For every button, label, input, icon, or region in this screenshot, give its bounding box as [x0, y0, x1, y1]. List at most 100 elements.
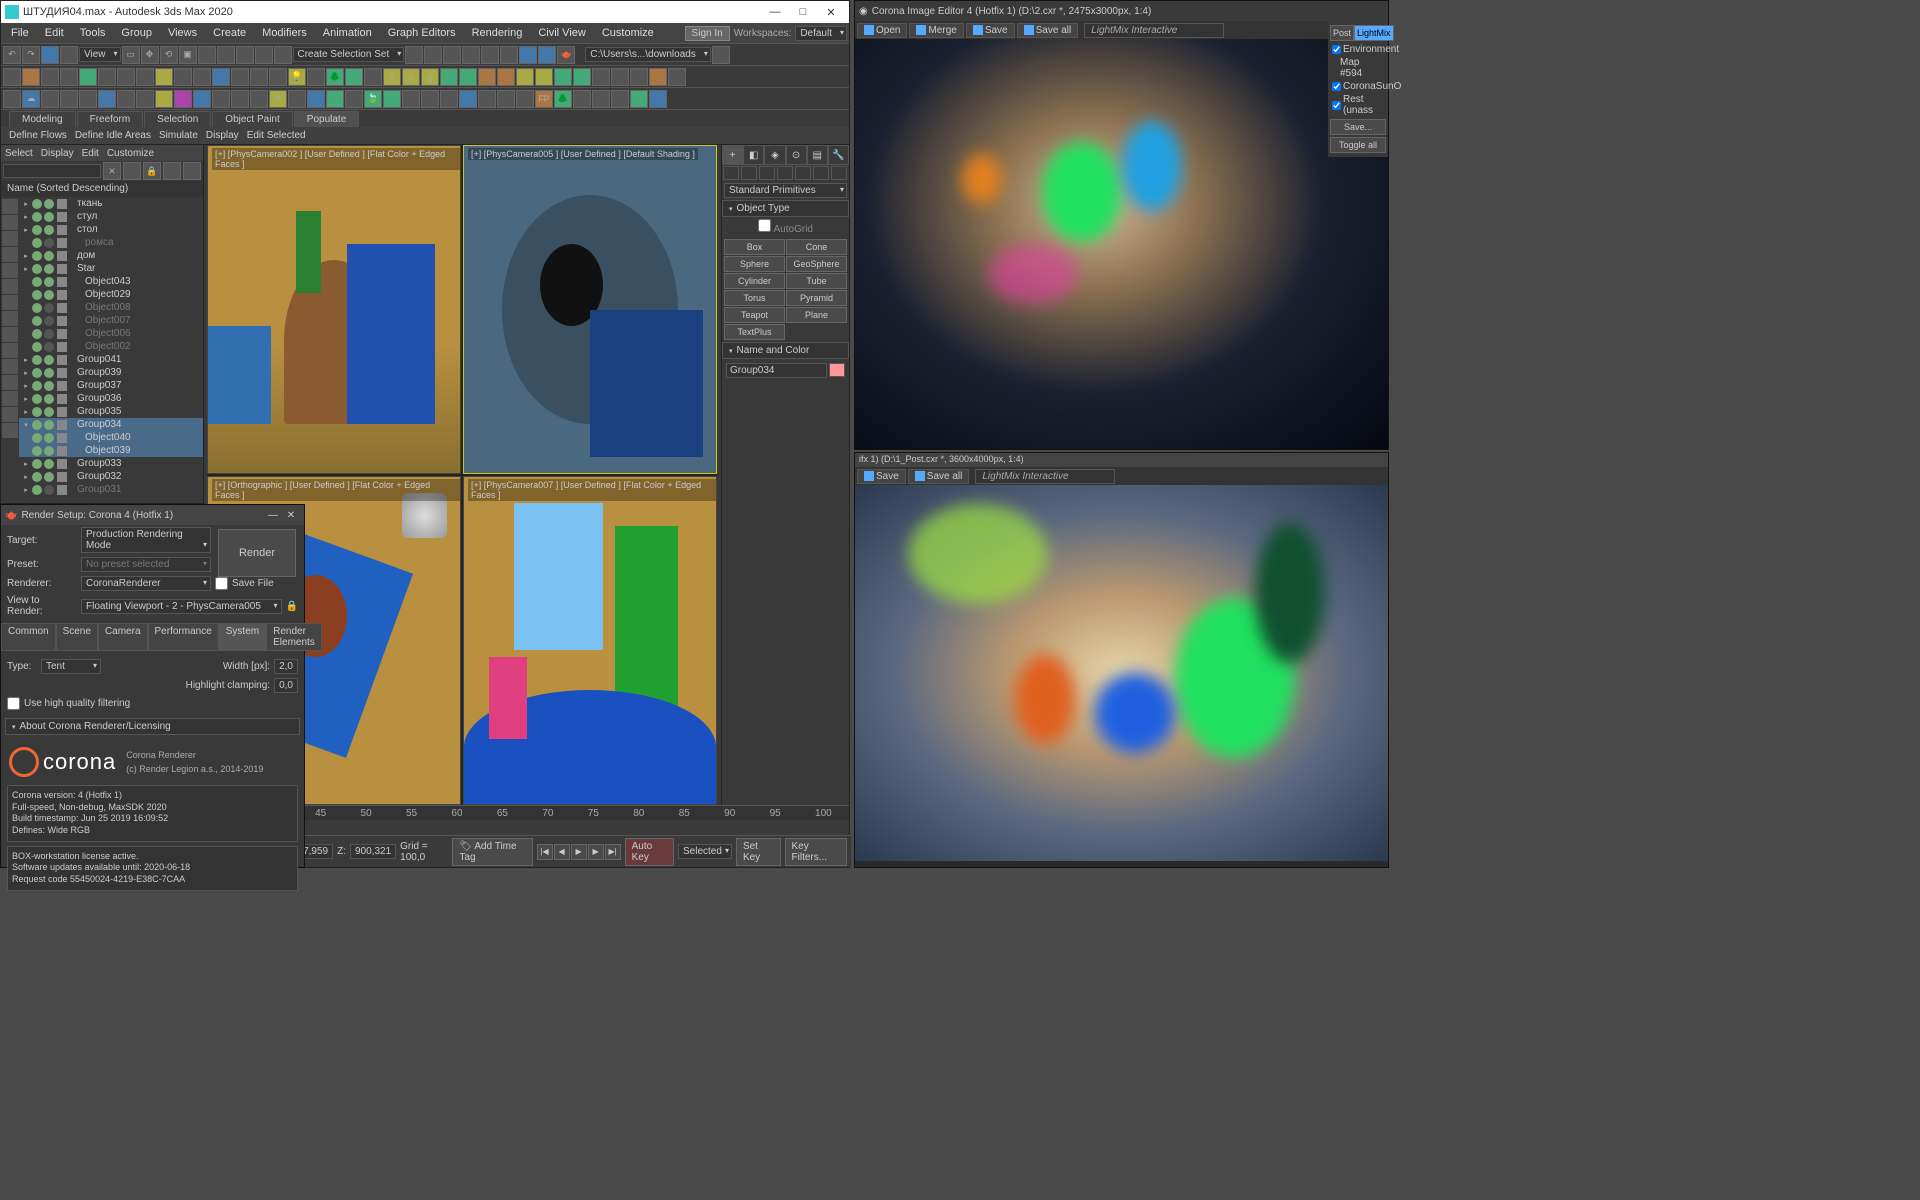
tab-scene[interactable]: Scene — [56, 623, 98, 651]
filter-icon[interactable] — [2, 263, 18, 278]
primitive-category-dropdown[interactable]: Standard Primitives — [724, 183, 847, 198]
tree-row[interactable]: Object002 — [19, 340, 203, 353]
width-spinner[interactable]: 2,0 — [274, 659, 298, 674]
target-dropdown[interactable]: Production Rendering Mode — [81, 527, 211, 553]
mirror-icon[interactable] — [405, 46, 423, 64]
modify-tab-icon[interactable]: ◧ — [743, 145, 764, 165]
filter-icon[interactable] — [2, 215, 18, 230]
rotate-icon[interactable]: ⟲ — [160, 46, 178, 64]
render-image-view[interactable] — [855, 485, 1388, 861]
pass-dropdown[interactable]: LightMix Interactive — [1084, 23, 1224, 38]
tool-icon[interactable] — [174, 68, 192, 86]
tab-performance[interactable]: Performance — [148, 623, 219, 651]
tab-elements[interactable]: Render Elements — [266, 623, 322, 651]
viewport-label[interactable]: [+] [Orthographic ] [User Defined ] [Fla… — [212, 479, 460, 501]
view-dropdown[interactable]: Floating Viewport - 2 - PhysCamera005 — [81, 599, 282, 614]
menu-customize[interactable]: Customize — [594, 25, 662, 41]
window-crossing-icon[interactable] — [255, 46, 273, 64]
ribbon-item[interactable]: Edit Selected — [247, 130, 306, 141]
move-icon[interactable]: ✥ — [141, 46, 159, 64]
menu-tools[interactable]: Tools — [72, 25, 114, 41]
lightmix-tab[interactable]: LightMix — [1354, 25, 1394, 41]
tree-row[interactable]: Object043 — [19, 275, 203, 288]
menu-file[interactable]: File — [3, 25, 37, 41]
plant-icon[interactable] — [459, 68, 477, 86]
tree-row[interactable]: Object008 — [19, 301, 203, 314]
lock-icon[interactable]: 🔒 — [143, 162, 161, 180]
filter-icon[interactable] — [2, 343, 18, 358]
about-rollout-header[interactable]: About Corona Renderer/Licensing — [5, 718, 300, 735]
signin-button[interactable]: Sign In — [685, 26, 730, 41]
tree-row[interactable]: ▸Group037 — [19, 379, 203, 392]
cameras-icon[interactable] — [777, 166, 793, 180]
menu-views[interactable]: Views — [160, 25, 205, 41]
tab-system[interactable]: System — [219, 623, 266, 651]
render-button[interactable]: Render — [218, 529, 296, 577]
tool-icon[interactable] — [421, 90, 439, 108]
tree-icon[interactable]: 🌲 — [554, 90, 572, 108]
explorer-tab-edit[interactable]: Edit — [82, 148, 99, 159]
filter-icon[interactable] — [2, 247, 18, 262]
ribbon-item[interactable]: Define Idle Areas — [75, 130, 151, 141]
tool-icon[interactable] — [440, 90, 458, 108]
undo-icon[interactable]: ↶ — [3, 46, 21, 64]
render-frame-icon[interactable] — [538, 46, 556, 64]
filter-icon[interactable] — [2, 231, 18, 246]
tool-icon[interactable] — [630, 90, 648, 108]
save-button[interactable]: Save — [966, 23, 1015, 38]
tool-icon[interactable] — [155, 68, 173, 86]
cone-button[interactable]: Cone — [786, 239, 847, 255]
close-button[interactable]: ✕ — [817, 3, 845, 21]
tool-icon[interactable] — [250, 68, 268, 86]
light-icon[interactable]: 💡 — [288, 68, 306, 86]
tool-icon[interactable] — [3, 90, 21, 108]
tool-icon[interactable] — [307, 90, 325, 108]
tree-row[interactable]: Object039 — [19, 444, 203, 457]
tree-row[interactable]: ▸Group039 — [19, 366, 203, 379]
link-icon[interactable] — [41, 46, 59, 64]
tool-icon[interactable] — [326, 90, 344, 108]
grass-icon[interactable]: || — [383, 68, 401, 86]
viewport-4[interactable]: [+] [PhysCamera007 ] [User Defined ] [Fl… — [463, 476, 717, 805]
add-time-tag-button[interactable]: 🏷 Add Time Tag — [452, 838, 532, 866]
tree-row[interactable]: ▸Star — [19, 262, 203, 275]
tool-icon[interactable] — [212, 68, 230, 86]
tool-icon[interactable] — [269, 68, 287, 86]
tool-icon[interactable] — [193, 90, 211, 108]
tree-row[interactable]: Object006 — [19, 327, 203, 340]
ribbon-item[interactable]: Display — [206, 130, 239, 141]
explorer-column-header[interactable]: Name (Sorted Descending) — [1, 181, 203, 197]
tool-icon[interactable] — [288, 90, 306, 108]
tool-icon[interactable] — [478, 90, 496, 108]
filter-icon[interactable] — [2, 359, 18, 374]
tool-icon[interactable] — [497, 68, 515, 86]
tree-row[interactable]: Object007 — [19, 314, 203, 327]
key-mode-dropdown[interactable]: Selected — [678, 844, 732, 859]
layer-icon[interactable] — [443, 46, 461, 64]
light-checkbox[interactable] — [1332, 45, 1341, 54]
align-icon[interactable] — [424, 46, 442, 64]
tool-icon[interactable] — [60, 90, 78, 108]
tool-icon[interactable] — [174, 90, 192, 108]
autogrid-checkbox[interactable] — [758, 219, 771, 232]
create-tab-icon[interactable]: + — [722, 145, 743, 165]
tab-camera[interactable]: Camera — [98, 623, 148, 651]
merge-button[interactable]: Merge — [909, 23, 963, 38]
tool-icon[interactable] — [573, 90, 591, 108]
redo-icon[interactable]: ↷ — [22, 46, 40, 64]
maximize-button[interactable]: □ — [789, 3, 817, 21]
keyfilters-button[interactable]: Key Filters... — [785, 838, 847, 866]
light-checkbox[interactable] — [1332, 101, 1341, 110]
tool-icon[interactable] — [136, 68, 154, 86]
unlink-icon[interactable] — [60, 46, 78, 64]
ribbon-tab-objectpaint[interactable]: Object Paint — [212, 111, 292, 127]
tool-icon[interactable] — [516, 90, 534, 108]
plant-icon[interactable] — [440, 68, 458, 86]
tool-icon[interactable] — [649, 68, 667, 86]
path-dropdown[interactable]: C:\Users\s...\downloads — [585, 47, 711, 62]
object-type-rollout[interactable]: Object Type — [722, 200, 849, 217]
preset-dropdown[interactable]: No preset selected — [81, 557, 211, 572]
scene-tree[interactable]: ▸ткань▸стул▸столромса▸дом▸StarObject043O… — [19, 197, 203, 503]
motion-tab-icon[interactable]: ⊙ — [786, 145, 807, 165]
tool-icon[interactable] — [383, 90, 401, 108]
